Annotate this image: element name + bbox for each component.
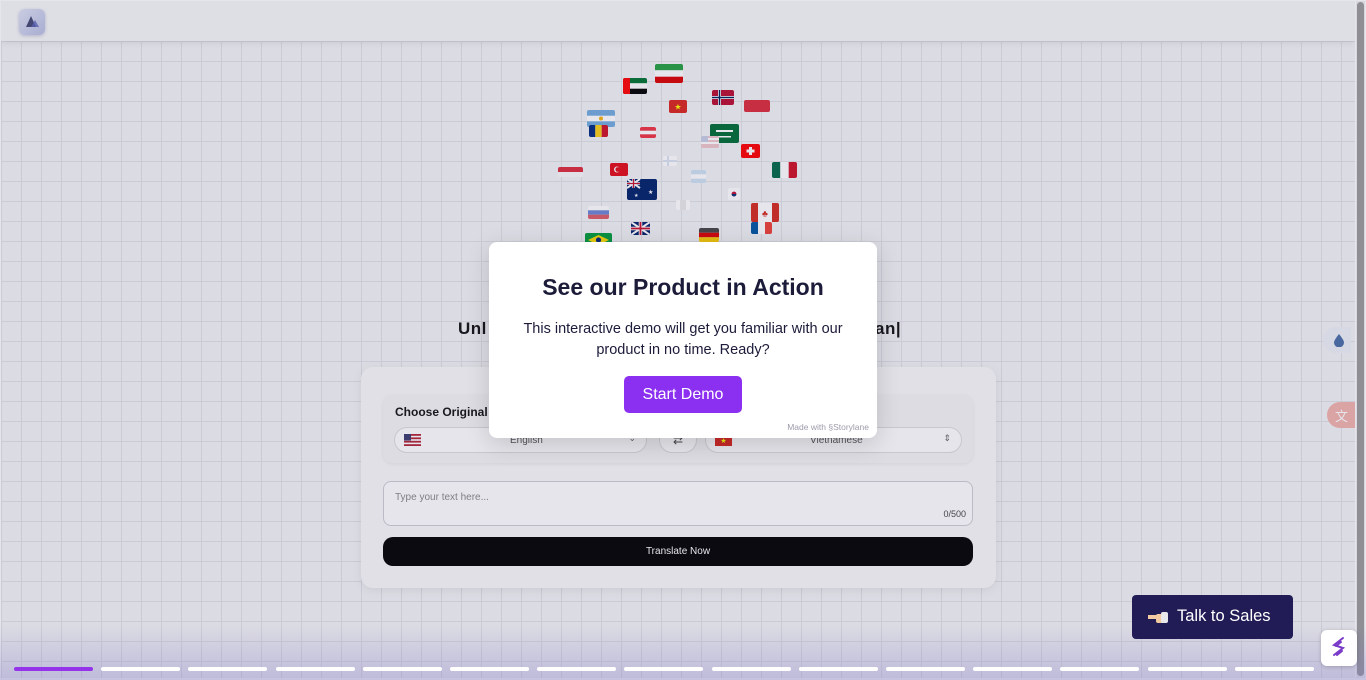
progress-step[interactable] — [276, 667, 355, 671]
pointing-hand-icon — [1148, 612, 1168, 623]
made-with-prefix: Made with — [787, 422, 826, 432]
progress-step[interactable] — [799, 667, 878, 671]
talk-to-sales-label: Talk to Sales — [1177, 607, 1271, 625]
progress-step[interactable] — [624, 667, 703, 671]
progress-step[interactable] — [886, 667, 965, 671]
made-with-storylane[interactable]: Made with §Storylane — [787, 422, 869, 432]
progress-step[interactable] — [1060, 667, 1139, 671]
progress-step[interactable] — [1235, 667, 1314, 671]
progress-step[interactable] — [537, 667, 616, 671]
start-demo-button[interactable]: Start Demo — [624, 376, 742, 413]
progress-step[interactable] — [14, 667, 93, 671]
storylane-badge[interactable] — [1321, 630, 1357, 666]
progress-step[interactable] — [188, 667, 267, 671]
progress-step[interactable] — [1148, 667, 1227, 671]
progress-step[interactable] — [363, 667, 442, 671]
progress-step[interactable] — [712, 667, 791, 671]
modal-title: See our Product in Action — [542, 274, 824, 300]
made-with-brand: Storylane — [833, 422, 869, 432]
demo-intro-modal: See our Product in Action This interacti… — [489, 242, 877, 438]
progress-step[interactable] — [973, 667, 1052, 671]
progress-step[interactable] — [450, 667, 529, 671]
talk-to-sales-button[interactable]: Talk to Sales — [1132, 595, 1293, 639]
progress-step[interactable] — [101, 667, 180, 671]
modal-description: This interactive demo will get you famil… — [523, 321, 843, 358]
storylane-logo-icon — [1331, 637, 1346, 656]
